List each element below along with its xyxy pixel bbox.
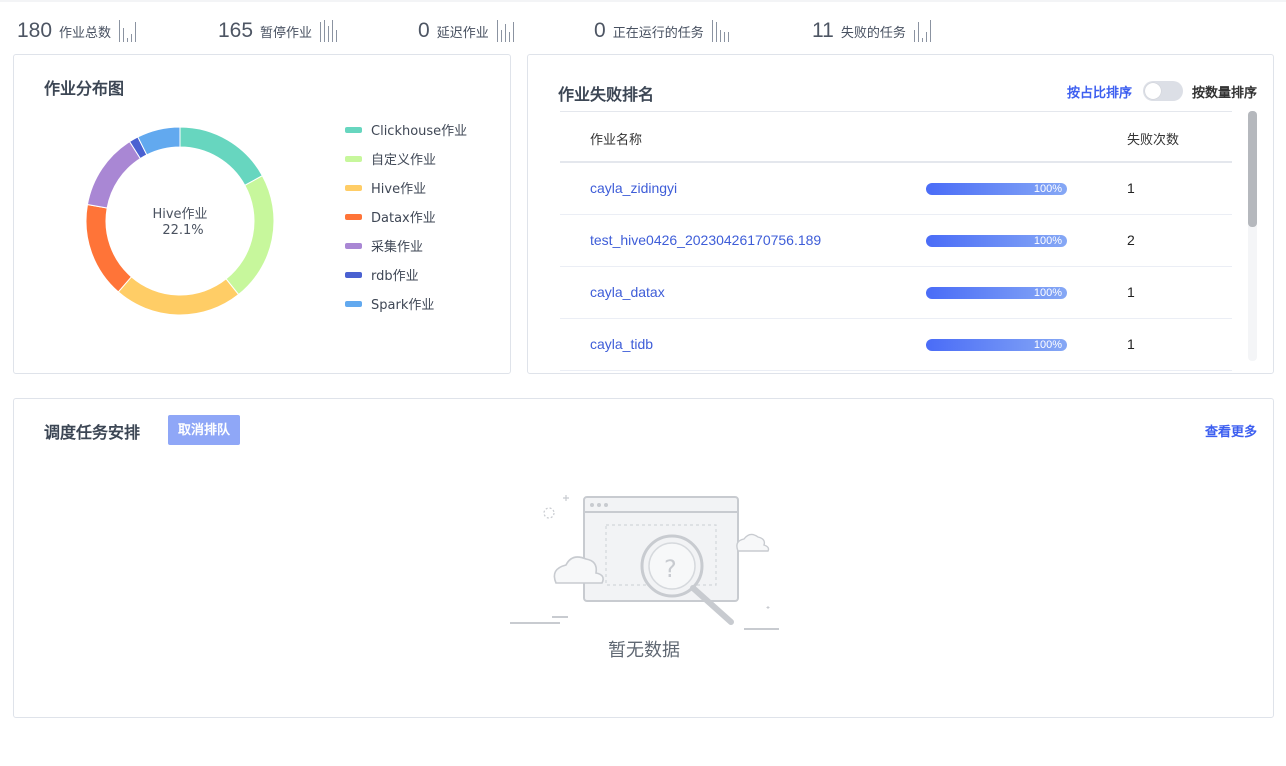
job-distribution-card: 作业分布图 Hive作业 22.1% Clickhouse作业 自定义作业 Hive… (13, 54, 511, 374)
empty-data-text: 暂无数据 (608, 640, 680, 661)
legend-swatch (345, 242, 362, 249)
stat-value: 180 (17, 19, 53, 42)
sort-by-ratio-label[interactable]: 按占比排序 (1067, 82, 1132, 101)
table-row: test_hive0426_20230426170756.189 100% 2 (560, 215, 1232, 267)
failure-count: 1 (1127, 180, 1135, 196)
donut-slice[interactable] (137, 126, 181, 156)
job-name-link[interactable]: cayla_zidingyi (590, 180, 677, 196)
failure-table: 作业名称 失败次数 cayla_zidingyi 100% 1 test_hive04… (560, 111, 1232, 371)
job-name-link[interactable]: cayla_datax (590, 284, 665, 300)
donut-slice[interactable] (85, 203, 133, 293)
schedule-card: 调度任务安排 取消排队 查看更多 ? 暂无数据 (13, 398, 1274, 718)
failure-count: 2 (1127, 232, 1135, 248)
table-row: cayla_datax 100% 1 (560, 267, 1232, 319)
failure-ratio-text: 100% (1033, 287, 1062, 299)
legend-swatch (345, 126, 362, 133)
table-row: cayla_tidb 100% 1 (560, 319, 1232, 371)
sort-switch: 按占比排序 按数量排序 (1067, 81, 1257, 101)
legend-swatch (345, 155, 362, 162)
donut-center-value: 22.1% (162, 223, 204, 238)
column-header-count[interactable]: 失败次数 (1127, 129, 1179, 148)
legend-item[interactable]: Spark作业 (345, 289, 467, 318)
cancel-queue-button[interactable]: 取消排队 (168, 415, 241, 445)
stat-paused-jobs: 165 暂停作业 (218, 16, 338, 46)
failure-ratio-bar: 100% (926, 339, 1067, 351)
stat-label: 失败的任务 (840, 25, 906, 41)
job-name-link[interactable]: cayla_tidb (590, 336, 653, 352)
column-header-name[interactable]: 作业名称 (590, 129, 642, 148)
stat-delayed-jobs: 0 延迟作业 (418, 16, 514, 46)
stat-label: 作业总数 (59, 25, 112, 41)
table-row: cayla_zidingyi 100% 1 (560, 163, 1232, 215)
sparkline-icon (711, 20, 729, 42)
legend-label: Datax作业 (371, 211, 436, 226)
legend-item[interactable]: Hive作业 (345, 173, 467, 202)
donut-slice[interactable] (179, 126, 264, 187)
legend-item[interactable]: Clickhouse作业 (345, 115, 467, 144)
sort-by-count-label[interactable]: 按数量排序 (1192, 82, 1257, 101)
table-scrollbar[interactable] (1248, 111, 1257, 361)
legend-label: rdb作业 (371, 269, 419, 284)
failure-ratio-bar: 100% (926, 235, 1067, 247)
legend-label: Spark作业 (371, 298, 435, 313)
donut-slice[interactable] (225, 175, 275, 296)
failure-ranking-card: 作业失败排名 按占比排序 按数量排序 作业名称 失败次数 cayla_zidin… (527, 54, 1274, 374)
card-title: 调度任务安排 (44, 423, 141, 442)
empty-data-illustration: ? (510, 495, 779, 630)
sparkline-icon (496, 20, 514, 42)
legend-item[interactable]: 自定义作业 (345, 144, 467, 173)
legend-swatch (345, 300, 362, 307)
stat-failed-tasks: 11 失败的任务 (812, 16, 931, 46)
failure-ratio-text: 100% (1033, 183, 1062, 195)
legend-swatch (345, 271, 362, 278)
view-more-link[interactable]: 查看更多 (1205, 421, 1257, 440)
legend-item[interactable]: 采集作业 (345, 231, 467, 260)
legend-swatch (345, 213, 362, 220)
failure-ratio-bar: 100% (926, 287, 1067, 299)
svg-text:?: ? (664, 555, 677, 583)
top-divider (0, 0, 1286, 2)
sparkline-icon (320, 20, 338, 42)
legend-label: Clickhouse作业 (371, 124, 468, 139)
legend-item[interactable]: Datax作业 (345, 202, 467, 231)
table-header: 作业名称 失败次数 (560, 111, 1232, 163)
scrollbar-thumb[interactable] (1248, 111, 1257, 227)
legend-swatch (345, 184, 362, 191)
stat-value: 165 (218, 19, 254, 42)
failure-ratio-text: 100% (1033, 235, 1062, 247)
stat-label: 正在运行的任务 (612, 25, 704, 41)
donut-center-name: Hive作业 (152, 207, 208, 222)
failure-ratio-bar: 100% (926, 183, 1067, 195)
sparkline-icon (913, 20, 931, 42)
stat-value: 0 (594, 19, 606, 42)
chart-legend: Clickhouse作业 自定义作业 Hive作业 Datax作业 采集作业 rdb作业 S… (345, 115, 467, 318)
job-name-link[interactable]: test_hive0426_20230426170756.189 (590, 232, 821, 248)
legend-label: Hive作业 (371, 182, 427, 197)
failure-count: 1 (1127, 284, 1135, 300)
stat-value: 11 (812, 19, 834, 42)
donut-slice[interactable] (117, 276, 240, 316)
legend-label: 自定义作业 (371, 153, 437, 168)
stat-value: 0 (418, 19, 430, 42)
stat-label: 暂停作业 (260, 25, 313, 41)
legend-label: 采集作业 (371, 240, 424, 255)
failure-ratio-text: 100% (1033, 339, 1062, 351)
stat-total-jobs: 180 作业总数 (17, 16, 137, 46)
donut-slice[interactable] (86, 140, 142, 209)
sort-toggle[interactable] (1142, 81, 1183, 101)
legend-item[interactable]: rdb作业 (345, 260, 467, 289)
card-title: 作业分布图 (44, 79, 125, 98)
donut-center-label: Hive作业 22.1% (130, 207, 230, 239)
card-title: 作业失败排名 (558, 85, 655, 104)
sparkline-icon (119, 20, 137, 42)
stat-label: 延迟作业 (436, 25, 489, 41)
stat-running-tasks: 0 正在运行的任务 (594, 16, 729, 46)
failure-count: 1 (1127, 336, 1135, 352)
